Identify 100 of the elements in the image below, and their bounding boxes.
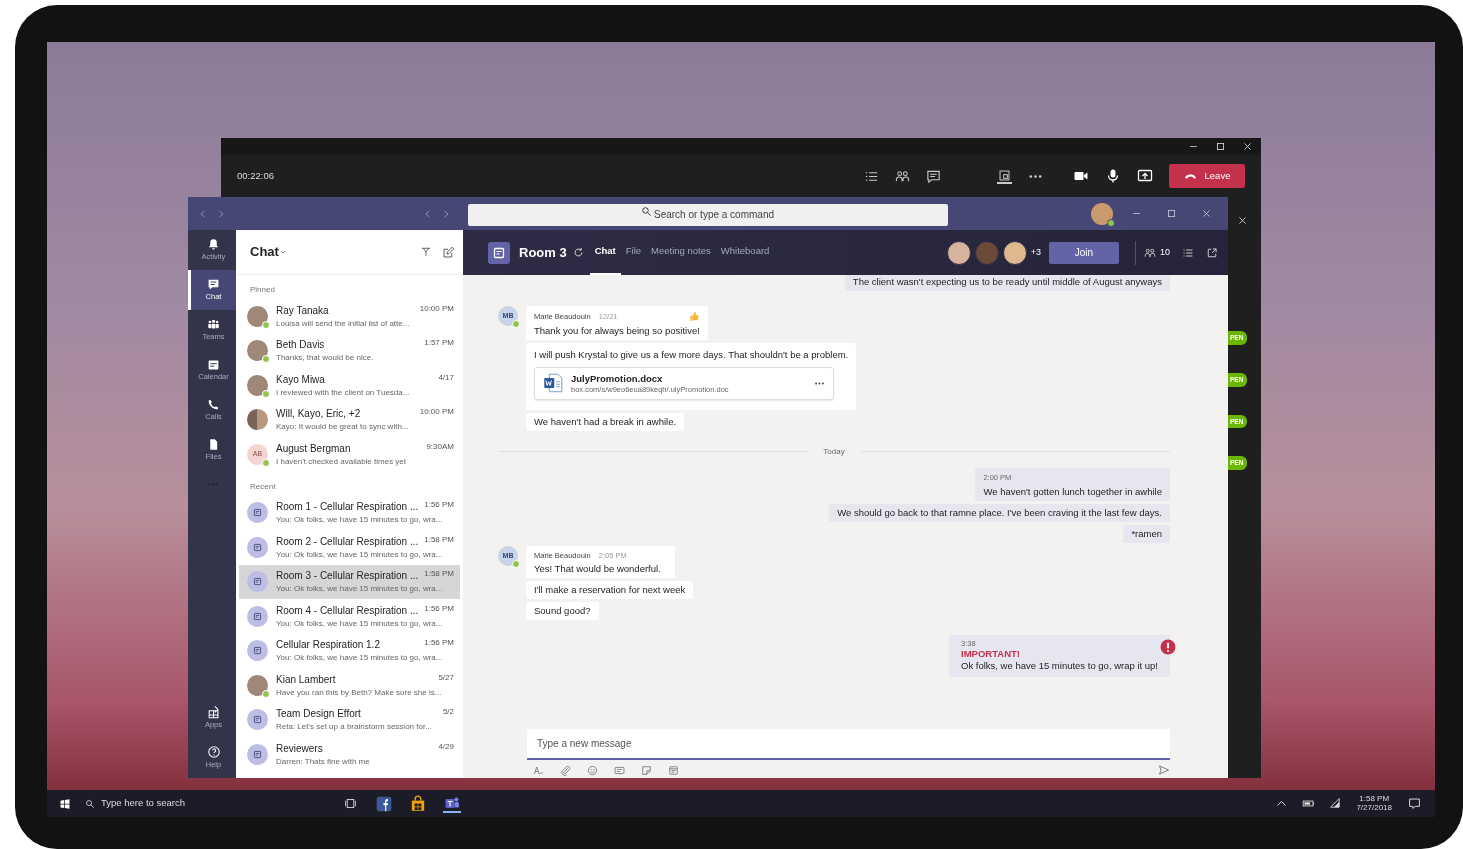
refresh-icon[interactable]: [572, 247, 584, 258]
participant-overflow-count: +3: [1030, 245, 1041, 259]
message-text: Thank you for always being so positive!: [534, 324, 700, 337]
message-bubble: Sound good?: [526, 601, 599, 620]
close-icon[interactable]: [1201, 208, 1212, 219]
calendar-icon: [252, 610, 263, 622]
help-icon: [206, 745, 221, 760]
chat-icon[interactable]: [926, 168, 941, 184]
calendar-icon: [252, 507, 263, 519]
message-text: Yes! That would be wonderful.: [534, 563, 662, 575]
calendar-icon: [207, 357, 220, 371]
chat-time: 4/17: [438, 371, 454, 384]
maximize-icon[interactable]: [1166, 208, 1177, 219]
chat-time: 1:57 PM: [424, 337, 454, 350]
chat-preview: You: Ok folks, we have 15 minutes to go, wra...: [276, 583, 444, 596]
chat-list-item[interactable]: Reviewers 4/29 Darren: Thats fine with me: [239, 737, 460, 772]
layout-icon[interactable]: [997, 168, 1012, 184]
chat-list-item[interactable]: Cellular Respiration 1.2 1:56 PM You: Ok folks, we have 15 minutes to go, wra...: [239, 633, 460, 668]
chat-name: August Bergman: [276, 441, 351, 456]
chat-name: Cellular Respiration 1.2: [276, 638, 380, 653]
gif-icon[interactable]: [614, 764, 625, 776]
leave-button[interactable]: Leave: [1169, 164, 1245, 188]
channel-tab[interactable]: File: [620, 230, 647, 275]
app-tile-icon[interactable]: [375, 794, 393, 813]
microphone-icon[interactable]: [1105, 168, 1121, 184]
share-screen-icon[interactable]: [1137, 168, 1153, 184]
chat-preview: Thanks, that would be nice.: [276, 352, 375, 365]
task-view-icon[interactable]: [344, 797, 357, 810]
apps-icon: [206, 705, 221, 720]
calendar-icon: [252, 645, 263, 657]
battery-icon[interactable]: [1302, 797, 1316, 810]
maximize-icon[interactable]: [1215, 141, 1226, 152]
chat-preview: Reta: Let's set up a brainstorm session for...: [276, 721, 433, 734]
date-divider: Today: [823, 445, 845, 458]
chat-list-item[interactable]: Beth Davis 1:57 PM Thanks, that would be nice.: [239, 333, 460, 368]
channel-tab[interactable]: Meeting notes: [646, 230, 716, 275]
forward-icon[interactable]: [216, 208, 226, 219]
chat-name: Kayo Miwa: [276, 372, 325, 387]
chat-name: Reviewers: [276, 741, 323, 756]
message-text: Ok folks, we have 15 minutes to go, wrap it up!: [961, 660, 1158, 672]
calendar-icon: [252, 541, 263, 553]
chat-time: 1:56 PM: [424, 637, 454, 650]
calendar-icon: [252, 714, 263, 726]
channel-tab[interactable]: Chat: [589, 230, 621, 275]
join-button[interactable]: Join: [1049, 241, 1119, 264]
close-icon[interactable]: [1237, 215, 1248, 226]
channel-tab[interactable]: Whiteboard: [715, 230, 775, 275]
chat-icon: [207, 277, 220, 291]
chat-preview: Have you ran this by Beth? Make sure she is...: [276, 686, 443, 699]
pop-out-icon[interactable]: [1206, 246, 1218, 259]
chat-name: Room 4 - Cellular Respiration ...: [276, 603, 419, 618]
section-heading: Recent: [249, 480, 277, 493]
chat-name: Room 2 - Cellular Respiration ...: [276, 534, 419, 549]
message-bubble: The client wasn't expecting us to be ready until middle of August anyways: [844, 275, 1170, 291]
chat-list-item[interactable]: Room 2 - Cellular Respiration ... 1:58 PM You: Ok folks, we have 15 minutes to go, wra...: [239, 530, 460, 565]
bell-icon: [207, 237, 220, 251]
chat-list-item[interactable]: Room 1 - Cellular Respiration ... 1:56 PM You: Ok folks, we have 15 minutes to go, wra...: [239, 495, 460, 530]
people-icon[interactable]: [1144, 246, 1156, 259]
back-icon[interactable]: [198, 208, 208, 219]
chat-time: 1:58 PM: [424, 533, 454, 546]
calendar-icon: [252, 748, 263, 760]
clock-date: 7/27/2018: [1356, 803, 1392, 813]
chat-list-item[interactable]: Team Design Effort 5/2 Reta: Let's set up a brainstorm session for...: [239, 702, 460, 737]
people-icon[interactable]: [895, 168, 910, 184]
search-field[interactable]: Search or type a command: [468, 203, 948, 226]
compose-icon[interactable]: [442, 245, 455, 259]
caret-icon[interactable]: [278, 248, 287, 256]
format-icon[interactable]: [533, 764, 544, 776]
chat-time: 10:00 PM: [419, 406, 454, 419]
user-avatar[interactable]: [1091, 202, 1113, 225]
chat-list-item[interactable]: Will, Kayo, Eric, +2 10:00 PM Kayo: It would be great to sync with...: [239, 402, 460, 437]
participant-avatar: [974, 240, 999, 265]
calendar-icon[interactable]: [668, 764, 679, 776]
chat-preview: Darren: Thats fine with me: [276, 755, 371, 768]
close-icon[interactable]: [1242, 141, 1253, 152]
search-icon[interactable]: [85, 798, 95, 809]
emoji-icon[interactable]: [587, 764, 598, 776]
chat-list-item[interactable]: Kian Lambert 5/27 Have you ran this by Beth? Make sure she is...: [239, 668, 460, 703]
forward-icon[interactable]: [441, 208, 451, 219]
group-avatar: [247, 409, 268, 431]
chat-list-item[interactable]: Room 3 - Cellular Respiration ... 1:58 PM You: Ok folks, we have 15 minutes to go, wra...: [239, 564, 460, 599]
chat-list-item[interactable]: Ray Tanaka 10:00 PM Louisa will send the initial list of atte...: [239, 299, 460, 334]
search-field[interactable]: Type here to search: [99, 795, 329, 812]
network-icon[interactable]: [1329, 797, 1343, 810]
participant-count: 10: [1160, 245, 1170, 259]
chat-list-item[interactable]: Room 4 - Cellular Respiration ... 1:56 PM You: Ok folks, we have 15 minutes to go, wra...: [239, 599, 460, 634]
start-icon[interactable]: [59, 797, 71, 810]
chat-time: 1:58 PM: [424, 568, 454, 581]
attach-icon[interactable]: [560, 764, 571, 776]
message-bubble: We haven't had a break in awhile.: [526, 412, 685, 431]
filter-icon[interactable]: [420, 246, 432, 258]
message-field[interactable]: Type a new message: [527, 729, 1170, 760]
back-icon[interactable]: [423, 208, 433, 219]
exclamation-icon: [1160, 638, 1176, 655]
message-text: We haven't gotten lunch together in awhile: [983, 486, 1162, 498]
notification-icon[interactable]: [1408, 797, 1421, 810]
shopping-bag-icon[interactable]: [409, 794, 427, 813]
send-icon[interactable]: [1158, 764, 1170, 776]
chat-list-item[interactable]: Kayo Miwa 4/17 I reviewed with the client on Tuesda...: [239, 368, 460, 403]
sticker-icon[interactable]: [641, 764, 652, 776]
